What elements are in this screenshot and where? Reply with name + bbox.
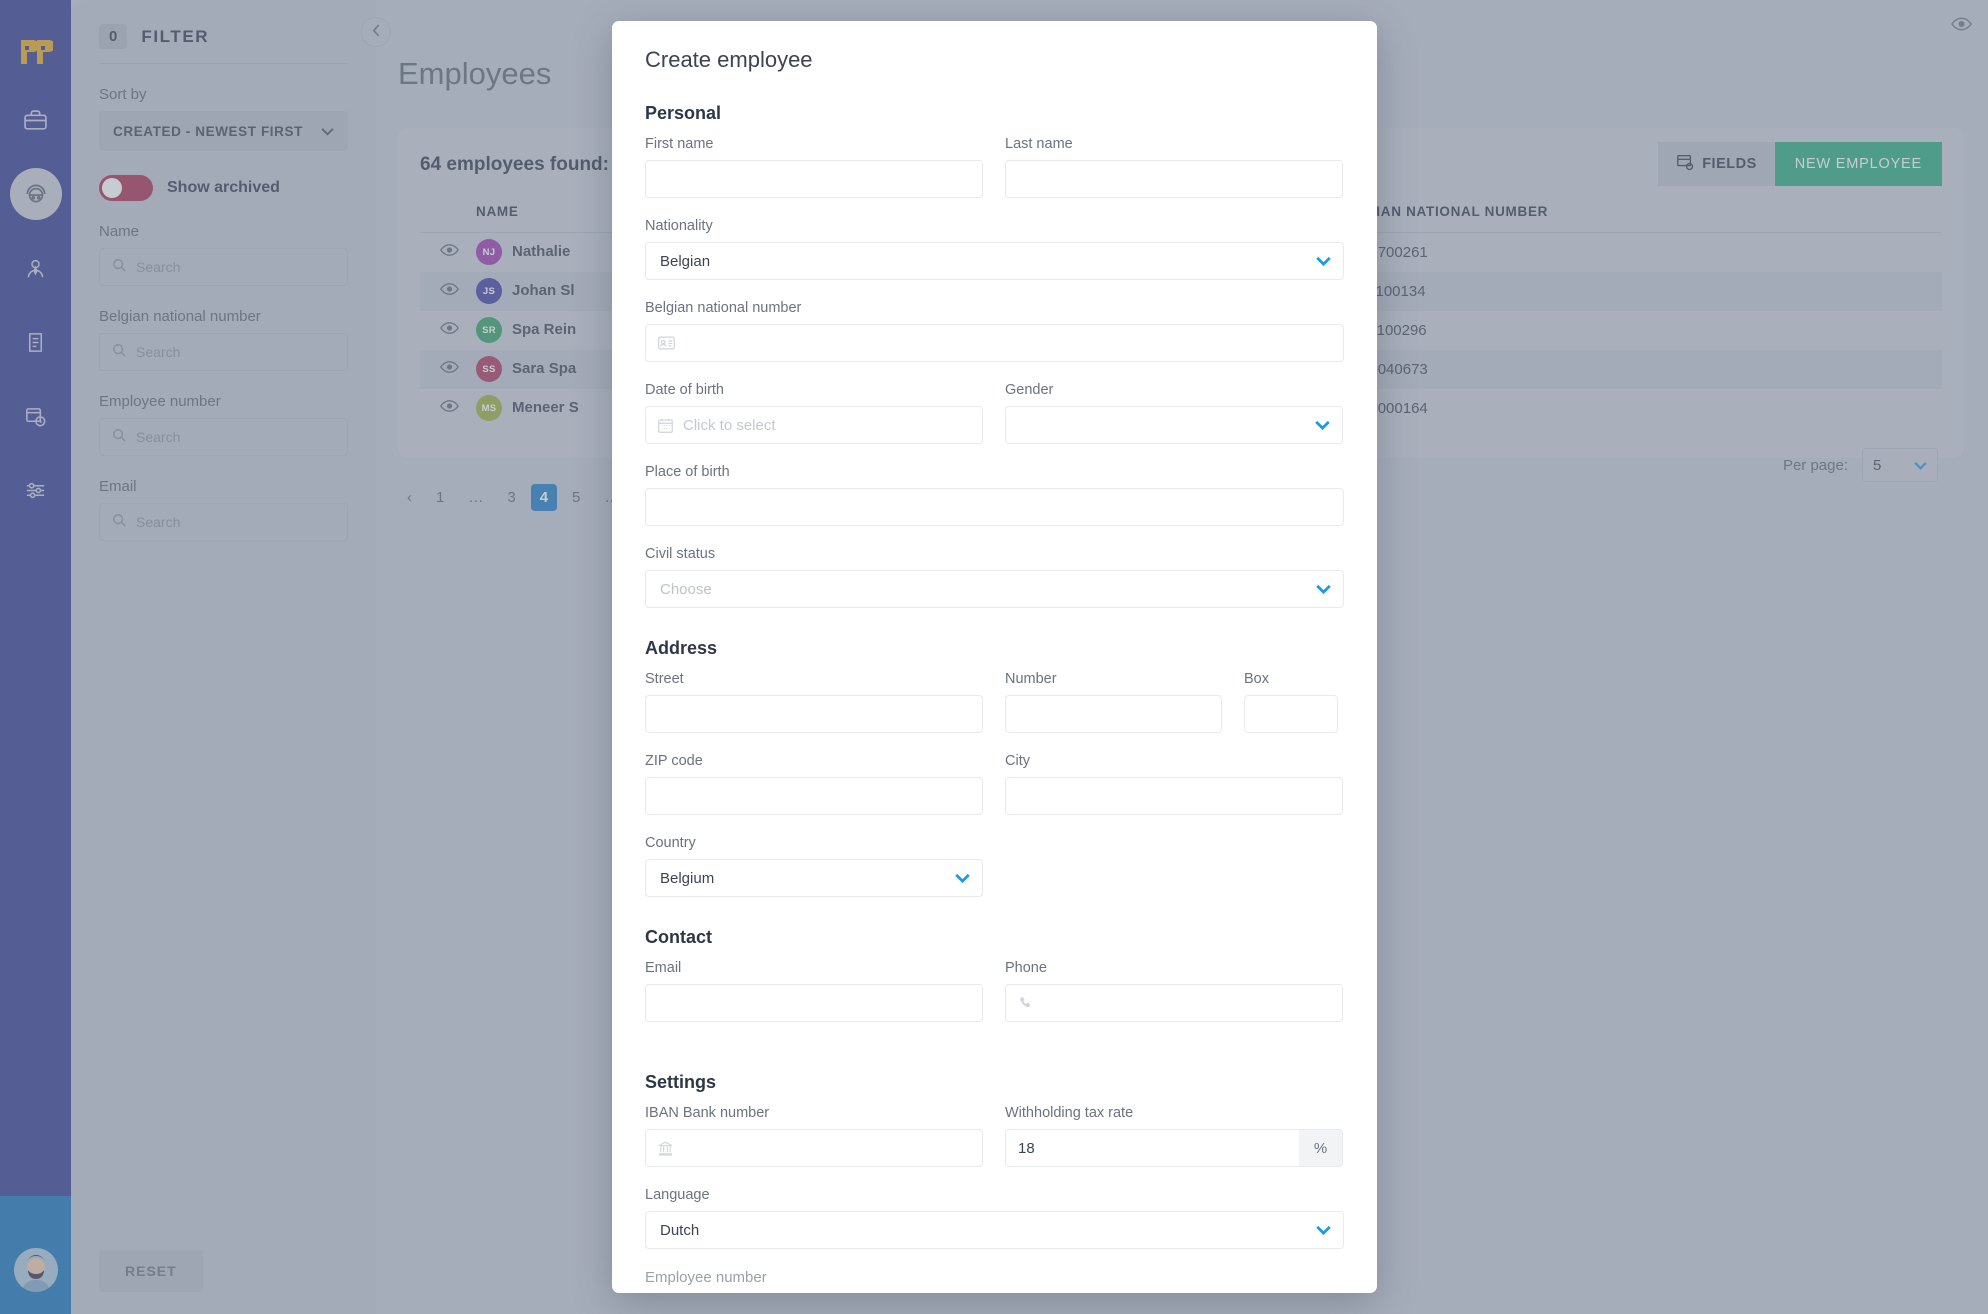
- box-group: Box: [1244, 671, 1338, 733]
- box-label: Box: [1244, 671, 1338, 687]
- email-label: Email: [645, 960, 983, 976]
- place-of-birth-group: Place of birth: [645, 464, 1344, 526]
- chevron-down-icon: [955, 872, 970, 885]
- dob-gender-row: Date of birth Click to select Gender: [645, 382, 1344, 464]
- chevron-down-icon: [1316, 583, 1331, 596]
- section-personal-heading: Personal: [645, 103, 1344, 124]
- gender-select[interactable]: [1005, 406, 1343, 444]
- zip-code-input[interactable]: [645, 777, 983, 815]
- civil-status-label: Civil status: [645, 546, 1344, 562]
- civil-status-group: Civil status Choose: [645, 546, 1344, 608]
- withholding-tax-input[interactable]: 18: [1005, 1129, 1299, 1167]
- country-label: Country: [645, 835, 1344, 851]
- country-select[interactable]: Belgium: [645, 859, 983, 897]
- tax-rate-group: Withholding tax rate 18 %: [1005, 1105, 1343, 1167]
- phone-group: Phone: [1005, 960, 1343, 1022]
- section-settings-heading: Settings: [645, 1072, 1344, 1093]
- first-name-label: First name: [645, 136, 983, 152]
- withholding-tax-label: Withholding tax rate: [1005, 1105, 1343, 1121]
- street-group: Street: [645, 671, 983, 733]
- country-value: Belgium: [660, 870, 714, 887]
- bnn-group: Belgian national number: [645, 300, 1344, 362]
- chevron-down-icon: [1316, 1224, 1331, 1237]
- place-of-birth-input[interactable]: [645, 488, 1344, 526]
- date-of-birth-placeholder: Click to select: [683, 417, 776, 434]
- civil-status-select[interactable]: Choose: [645, 570, 1344, 608]
- withholding-tax-value: 18: [1018, 1140, 1035, 1157]
- city-input[interactable]: [1005, 777, 1343, 815]
- box-input[interactable]: [1244, 695, 1338, 733]
- number-input[interactable]: [1005, 695, 1222, 733]
- language-select[interactable]: Dutch: [645, 1211, 1344, 1249]
- street-label: Street: [645, 671, 983, 687]
- email-input[interactable]: [645, 984, 983, 1022]
- email-group: Email: [645, 960, 983, 1022]
- iban-group: IBAN Bank number: [645, 1105, 983, 1167]
- nationality-label: Nationality: [645, 218, 1344, 234]
- phone-label: Phone: [1005, 960, 1343, 976]
- contact-row: Email Phone: [645, 960, 1344, 1042]
- modal-body: Personal First name Last name Nationalit…: [612, 73, 1377, 1293]
- chevron-down-icon: [1316, 255, 1331, 268]
- app-root: 0 FILTER Sort by CREATED - NEWEST FIRST …: [0, 0, 1988, 1314]
- gender-label: Gender: [1005, 382, 1343, 398]
- language-label: Language: [645, 1187, 1344, 1203]
- zip-city-row: ZIP code City: [645, 753, 1344, 835]
- date-of-birth-label: Date of birth: [645, 382, 983, 398]
- modal-title: Create employee: [612, 21, 1377, 73]
- street-row: Street Number Box: [645, 671, 1344, 753]
- section-contact-heading: Contact: [645, 927, 1344, 948]
- bnn-input[interactable]: [645, 324, 1344, 362]
- civil-status-placeholder: Choose: [660, 581, 712, 598]
- dob-group: Date of birth Click to select: [645, 382, 983, 444]
- iban-label: IBAN Bank number: [645, 1105, 983, 1121]
- bank-icon: [658, 1141, 673, 1156]
- nationality-select[interactable]: Belgian: [645, 242, 1344, 280]
- city-group: City: [1005, 753, 1343, 815]
- bnn-label: Belgian national number: [645, 300, 1344, 316]
- gender-group: Gender: [1005, 382, 1343, 444]
- nationality-group: Nationality Belgian: [645, 218, 1344, 280]
- section-address-heading: Address: [645, 638, 1344, 659]
- first-name-group: First name: [645, 136, 983, 198]
- language-group: Language Dutch: [645, 1187, 1344, 1249]
- last-name-label: Last name: [1005, 136, 1343, 152]
- chevron-down-icon: [1315, 419, 1330, 432]
- last-name-group: Last name: [1005, 136, 1343, 198]
- withholding-tax-wrapper: 18 %: [1005, 1129, 1343, 1167]
- employee-number-label: Employee number: [645, 1269, 1344, 1286]
- iban-input[interactable]: [645, 1129, 983, 1167]
- last-name-input[interactable]: [1005, 160, 1343, 198]
- country-group: Country Belgium: [645, 835, 1344, 897]
- number-label: Number: [1005, 671, 1222, 687]
- date-of-birth-input[interactable]: Click to select: [645, 406, 983, 444]
- first-name-input[interactable]: [645, 160, 983, 198]
- street-input[interactable]: [645, 695, 983, 733]
- calendar-icon: [658, 418, 673, 433]
- city-label: City: [1005, 753, 1343, 769]
- phone-input[interactable]: [1005, 984, 1343, 1022]
- language-value: Dutch: [660, 1222, 699, 1239]
- zip-group: ZIP code: [645, 753, 983, 815]
- id-card-icon: [658, 336, 675, 350]
- name-row: First name Last name: [645, 136, 1344, 218]
- percent-suffix: %: [1299, 1129, 1343, 1167]
- create-employee-modal: Create employee Personal First name Last…: [612, 21, 1377, 1293]
- settings-row: IBAN Bank number Withholding tax rate 18…: [645, 1105, 1344, 1187]
- zip-code-label: ZIP code: [645, 753, 983, 769]
- place-of-birth-label: Place of birth: [645, 464, 1344, 480]
- nationality-value: Belgian: [660, 253, 710, 270]
- number-group: Number: [1005, 671, 1222, 733]
- phone-icon: [1018, 996, 1033, 1011]
